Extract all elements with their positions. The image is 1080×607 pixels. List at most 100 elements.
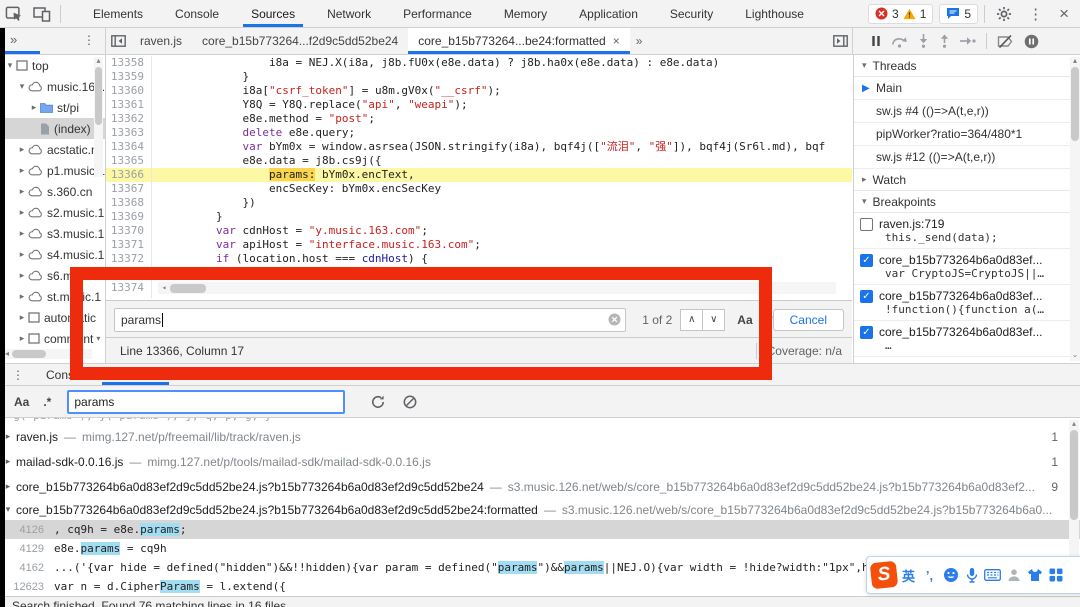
breakpoints-section-header[interactable]: ▾ Breakpoints (854, 191, 1080, 213)
scrollbar-thumb[interactable] (170, 284, 206, 293)
tab-security[interactable]: Security (654, 0, 729, 27)
tree-item[interactable]: (index) (0, 118, 105, 139)
code-line[interactable]: 13367 encSecKey: bYm0x.encSecKey (106, 182, 852, 196)
code-line[interactable]: 13373 Y8Q = Y8Q.replace(cdnHost, apiHost… (106, 266, 852, 280)
scrollbar-thumb[interactable] (95, 67, 102, 125)
result-file-row[interactable]: ▸core_b15b773264b6a0d83ef2d9c5dd52be24.j… (0, 474, 1080, 499)
tab-elements[interactable]: Elements (77, 0, 159, 27)
voice-input-icon[interactable] (962, 564, 981, 586)
code-line[interactable]: 13365 e8e.data = j8b.cs9j({ (106, 154, 852, 168)
drawer-tab-search[interactable]: Search× (100, 364, 171, 385)
expand-icon[interactable]: ▸ (17, 333, 27, 344)
close-tab-icon[interactable]: × (154, 368, 161, 382)
code-line[interactable]: 13372 if (location.host === cdnHost) { (106, 252, 852, 266)
expand-icon[interactable]: ▸ (17, 207, 27, 218)
code-line[interactable]: 13362 e8e.method = "post"; (106, 112, 852, 126)
pause-on-exceptions-icon[interactable] (1024, 34, 1039, 49)
expand-icon[interactable]: ▸ (17, 270, 27, 281)
refresh-icon[interactable] (371, 395, 385, 409)
line-number[interactable]: 13361 (106, 98, 152, 112)
virtual-keyboard-icon[interactable] (983, 564, 1002, 586)
expand-icon[interactable]: ▸ (29, 102, 39, 113)
breakpoint-checkbox[interactable]: ✓ (860, 290, 873, 303)
expand-icon[interactable]: ▸ (17, 249, 27, 260)
code-line[interactable]: 13368 }) (106, 196, 852, 210)
line-number[interactable]: 13373 (106, 266, 152, 280)
tree-item[interactable]: ▸comment▾ (0, 328, 105, 349)
drawer-menu-icon[interactable]: ⋮ (12, 368, 24, 382)
tree-item[interactable]: ▸s6.music.1 (0, 265, 105, 286)
navigator-horizontal-scrollbar[interactable]: ◂ (2, 349, 92, 359)
result-file-row[interactable]: ▾core_b15b773264b6a0d83ef2d9c5dd52be24.j… (0, 499, 1080, 520)
expand-icon[interactable]: ▸ (17, 144, 27, 155)
chevron-down-icon[interactable]: ▾ (96, 334, 100, 343)
close-devtools-icon[interactable]: × (1054, 4, 1074, 24)
line-number[interactable]: 13360 (106, 84, 152, 98)
file-tab[interactable]: raven.js (130, 28, 192, 54)
expand-icon[interactable]: ▸ (17, 312, 27, 323)
message-badge[interactable]: 5 (939, 4, 978, 24)
line-number[interactable]: 13371 (106, 238, 152, 252)
match-case-button[interactable]: Aa (737, 313, 752, 327)
expand-icon[interactable]: ▸ (17, 228, 27, 239)
clear-results-icon[interactable] (403, 395, 417, 409)
code-line[interactable]: 13360 i8a["csrf_token"] = u8m.gV0x("__cs… (106, 84, 852, 98)
line-number[interactable]: 13362 (106, 112, 152, 126)
thread-item[interactable]: pipWorker?ratio=364/480*1 (854, 123, 1080, 146)
scrollbar-thumb[interactable] (1070, 430, 1078, 520)
editor-horizontal-scrollbar[interactable]: ◂ (158, 282, 836, 294)
expand-icon[interactable]: ▸ (17, 291, 27, 302)
tree-item[interactable]: ▸s4.music.1 (0, 244, 105, 265)
breakpoint-item[interactable]: ✓core_b15b773264b6a0d83ef...!function(){… (854, 285, 1080, 321)
scroll-up-icon[interactable]: ▴ (1070, 57, 1080, 65)
scrollbar-thumb[interactable] (12, 350, 46, 358)
find-input[interactable]: params (114, 308, 626, 332)
result-file-row[interactable]: ▸mailad-sdk-0.0.16.js—mimg.127.net/p/too… (0, 449, 1080, 474)
tab-memory[interactable]: Memory (488, 0, 563, 27)
toggle-sidebar-icon[interactable] (828, 30, 852, 52)
threads-section-header[interactable]: ▾ Threads (854, 55, 1080, 77)
line-number[interactable]: 13372 (106, 252, 152, 266)
next-match-button[interactable]: ∨ (703, 309, 725, 331)
tree-item[interactable]: ▸st/pi (0, 97, 105, 118)
hide-navigator-icon[interactable] (106, 30, 130, 52)
previous-match-button[interactable]: ∧ (680, 309, 703, 331)
code-line[interactable]: 13363 delete e8e.query; (106, 126, 852, 140)
line-number[interactable]: 13358 (106, 56, 152, 70)
navigator-menu-icon[interactable]: ⋮ (83, 33, 95, 47)
breakpoint-item[interactable]: ✓core_b15b773264b6a0d83ef...… (854, 321, 1080, 357)
skin-theme-icon[interactable] (1025, 564, 1044, 586)
result-match-row[interactable]: 4126, cq9h = e8e.params; (0, 520, 1080, 539)
emoji-icon[interactable] (941, 564, 960, 586)
sogou-logo-icon[interactable]: S (870, 561, 899, 590)
code-line[interactable]: 13361 Y8Q = Y8Q.replace("api", "weapi"); (106, 98, 852, 112)
code-line[interactable]: 13371 var apiHost = "interface.music.163… (106, 238, 852, 252)
code-line[interactable]: 13366 params: bYm0x.encText, (106, 168, 852, 182)
pause-script-icon[interactable] (871, 35, 881, 47)
regex-button[interactable]: .* (43, 395, 51, 409)
deactivate-breakpoints-icon[interactable] (997, 35, 1014, 48)
settings-gear-icon[interactable] (991, 6, 1017, 22)
code-line[interactable]: 13359 } (106, 70, 852, 84)
tab-lighthouse[interactable]: Lighthouse (729, 0, 820, 27)
sidebar-vertical-scrollbar[interactable]: ▴ ⌄ (1070, 57, 1080, 361)
scroll-down-icon[interactable]: ⌄ (1070, 351, 1080, 359)
breakpoint-item[interactable]: ✓core_b15b773264b6a0d83ef...var CryptoJS… (854, 249, 1080, 285)
user-profile-icon[interactable] (1004, 564, 1023, 586)
cancel-button[interactable]: Cancel (773, 309, 844, 331)
code-line[interactable]: 13370 var cdnHost = "y.music.163.com"; (106, 224, 852, 238)
line-number[interactable]: 13369 (106, 210, 152, 224)
code-line[interactable]: 13364 var bYm0x = window.asrsea(JSON.str… (106, 140, 852, 154)
breakpoint-checkbox[interactable]: ✓ (860, 254, 873, 267)
tree-item[interactable]: ▸automatic (0, 307, 105, 328)
line-number[interactable]: 13365 (106, 154, 152, 168)
scroll-up-icon[interactable]: ▴ (1069, 420, 1079, 428)
scrollbar-thumb[interactable] (1071, 67, 1079, 141)
code-lines[interactable]: 13358 i8a = NEJ.X(i8a, j8b.fU0x(e8e.data… (106, 56, 852, 298)
line-number[interactable]: 13363 (106, 126, 152, 140)
code-line[interactable]: 13369 } (106, 210, 852, 224)
tree-item[interactable]: ▸s3.music.1 (0, 223, 105, 244)
line-number[interactable]: 13366 (106, 168, 152, 182)
thread-item[interactable]: sw.js #12 (()=>A(t,e,r)) (854, 146, 1080, 169)
expand-icon[interactable]: ▸ (17, 165, 27, 176)
